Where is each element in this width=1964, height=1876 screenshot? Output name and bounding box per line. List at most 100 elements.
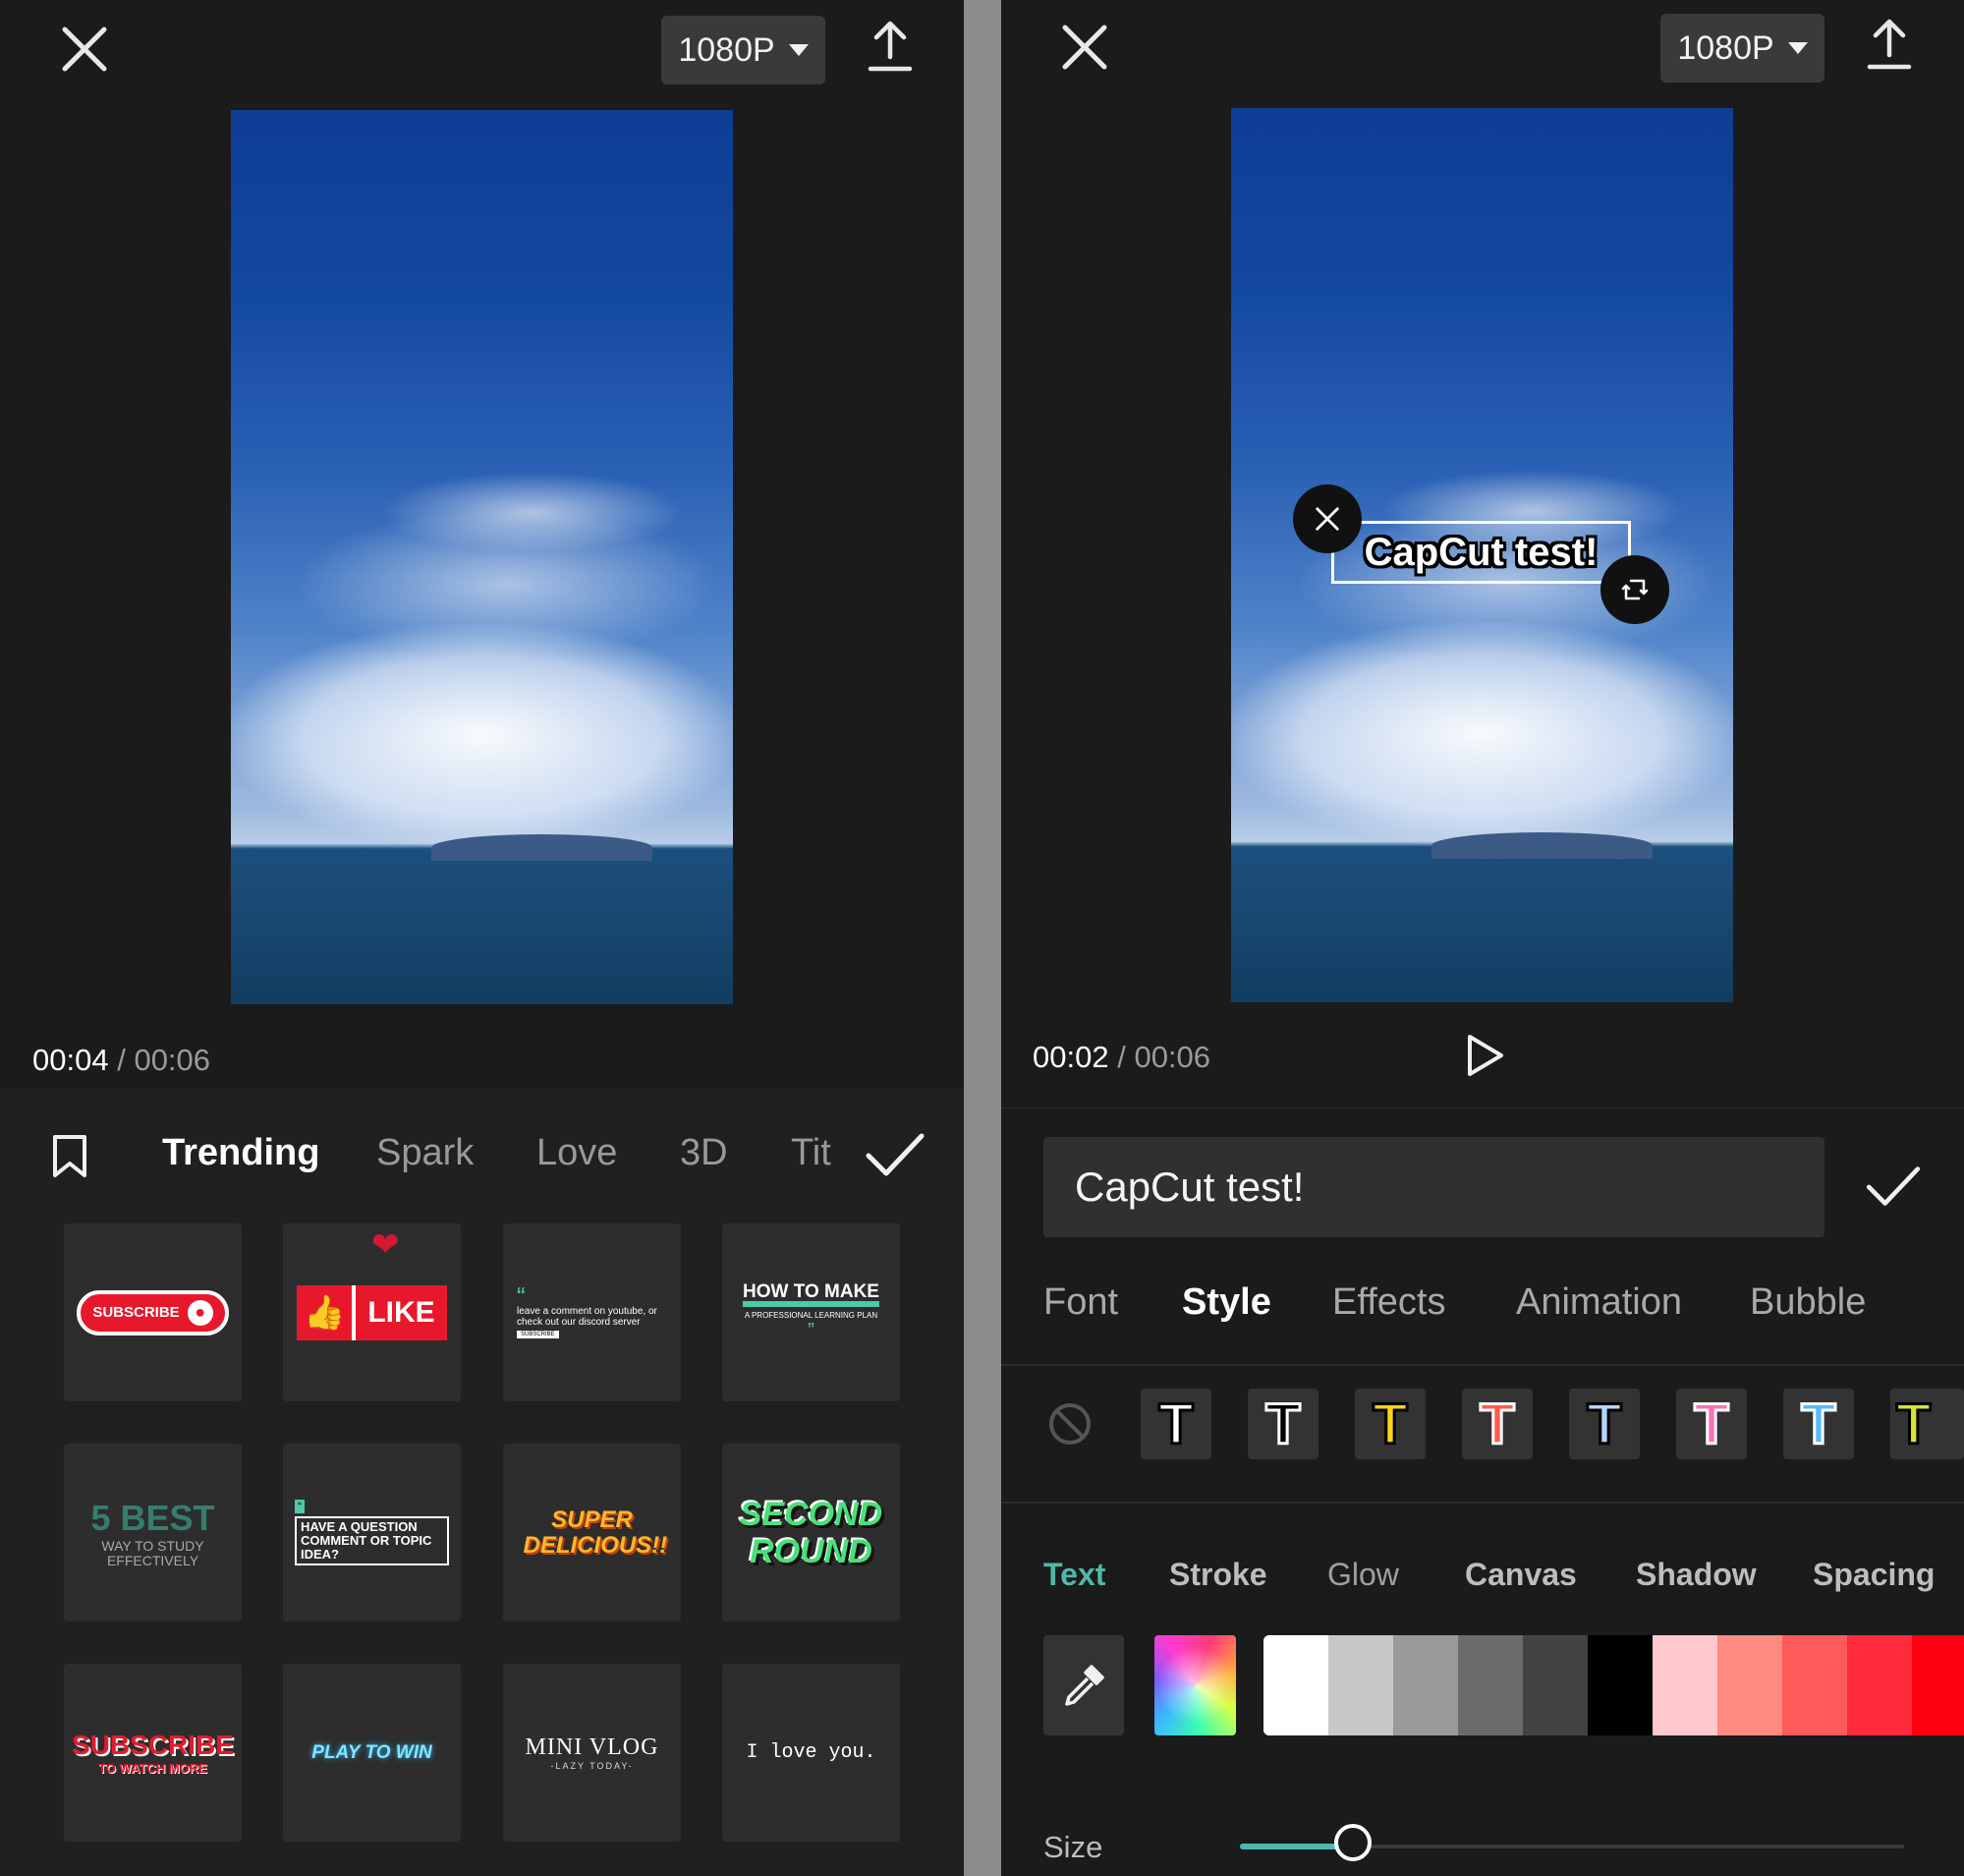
export-button[interactable] (1864, 18, 1915, 73)
category-title[interactable]: Tit (791, 1132, 831, 1174)
template-tile[interactable]: 5 BEST WAY TO STUDY EFFECTIVELY (64, 1444, 242, 1621)
overlay-rotate-scale-handle[interactable] (1600, 555, 1669, 624)
category-trending[interactable]: Trending (162, 1132, 319, 1174)
subtab-shadow[interactable]: Shadow (1636, 1557, 1757, 1593)
text-input-field[interactable]: CapCut test! (1043, 1137, 1824, 1237)
color-swatch[interactable] (1588, 1635, 1653, 1735)
resolution-dropdown[interactable]: 1080P (661, 16, 825, 85)
color-swatch[interactable] (1653, 1635, 1717, 1735)
style-preset-blue[interactable]: T (1783, 1389, 1854, 1459)
resolution-label: 1080P (678, 30, 775, 69)
subtab-spacing[interactable]: Spacing (1813, 1557, 1935, 1593)
section-divider (1001, 1108, 1964, 1109)
style-preset-white[interactable]: T (1141, 1389, 1211, 1459)
template-text: PLAY TO WIN (311, 1741, 432, 1763)
subtab-canvas[interactable]: Canvas (1465, 1557, 1577, 1593)
category-3d[interactable]: 3D (680, 1132, 728, 1174)
no-style-icon[interactable] (1047, 1401, 1093, 1447)
total-time: 00:06 (134, 1043, 211, 1077)
style-preset-glyph: T (1264, 1391, 1302, 1457)
template-tile[interactable]: SUBSCRIBE TO WATCH MORE (64, 1664, 242, 1842)
subtab-text[interactable]: Text (1043, 1557, 1105, 1593)
color-swatch[interactable] (1717, 1635, 1782, 1735)
template-tile[interactable]: I love you. (722, 1664, 900, 1842)
eyedropper-button[interactable] (1043, 1635, 1124, 1735)
template-tile[interactable]: HOW TO MAKE A PROFESSIONAL LEARNING PLAN… (722, 1223, 900, 1401)
panel-divider (964, 0, 1001, 1876)
color-swatch-selected[interactable] (1263, 1635, 1328, 1735)
color-swatch[interactable] (1782, 1635, 1847, 1735)
style-preset-lightblue[interactable]: T (1569, 1389, 1640, 1459)
video-preview[interactable]: CapCut test! (1231, 108, 1733, 1002)
heart-icon: ❤ (371, 1226, 400, 1264)
video-preview[interactable] (231, 110, 733, 1004)
bookmark-icon[interactable] (51, 1134, 88, 1179)
current-time: 00:02 (1033, 1040, 1109, 1074)
upload-icon (1867, 19, 1912, 70)
template-tile[interactable]: SECOND ROUND (722, 1444, 900, 1621)
time-separator: / (117, 1043, 126, 1077)
template-text: SUBSCRIBE (92, 1304, 180, 1321)
style-preset-glyph: T (1479, 1391, 1516, 1457)
tab-font[interactable]: Font (1043, 1281, 1118, 1324)
category-love[interactable]: Love (536, 1132, 617, 1174)
template-text: I love you. (746, 1741, 876, 1764)
confirm-check-icon[interactable] (1865, 1164, 1922, 1209)
export-button[interactable] (865, 20, 916, 75)
color-swatch[interactable] (1912, 1635, 1964, 1735)
thumbs-up-icon: 👍 (297, 1284, 357, 1340)
template-tile[interactable]: “ leave a comment on youtube, or check o… (503, 1223, 681, 1401)
template-subtext: WAY TO STUDY EFFECTIVELY (101, 1537, 204, 1568)
resolution-dropdown[interactable]: 1080P (1660, 14, 1824, 83)
color-swatch[interactable] (1523, 1635, 1588, 1735)
quote-icon: “ (517, 1281, 526, 1311)
style-preset-red[interactable]: T (1462, 1389, 1533, 1459)
template-tile[interactable]: “ HAVE A QUESTION COMMENT OR TOPIC IDEA? (283, 1444, 461, 1621)
color-swatch[interactable] (1847, 1635, 1912, 1735)
template-tile[interactable]: SUPER DELICIOUS!! (503, 1444, 681, 1621)
tab-effects[interactable]: Effects (1332, 1281, 1445, 1324)
section-divider (1001, 1364, 1964, 1366)
style-preset-pink[interactable]: T (1676, 1389, 1747, 1459)
quote-icon: “ (295, 1500, 305, 1513)
style-preset-yellow[interactable]: T (1355, 1389, 1426, 1459)
close-button[interactable] (1057, 20, 1112, 75)
text-overlay-box[interactable]: CapCut test! (1331, 521, 1631, 584)
close-icon (62, 27, 107, 72)
overlay-delete-button[interactable] (1293, 484, 1362, 553)
size-slider-handle[interactable] (1333, 1824, 1372, 1861)
template-subtext: A PROFESSIONAL LEARNING PLAN (744, 1310, 878, 1320)
subtab-stroke[interactable]: Stroke (1169, 1557, 1267, 1593)
custom-color-picker[interactable] (1154, 1635, 1236, 1735)
template-text: 5 BEST (90, 1497, 215, 1538)
caret-down-icon (1787, 42, 1808, 54)
subtab-glow[interactable]: Glow (1327, 1557, 1399, 1593)
play-button[interactable] (1466, 1034, 1505, 1077)
template-tile[interactable]: 👍 LIKE ❤ (283, 1223, 461, 1401)
template-text: MINI VLOG (525, 1734, 659, 1760)
template-text: SUBSCRIBE (72, 1730, 234, 1760)
tab-bubble[interactable]: Bubble (1750, 1281, 1866, 1324)
template-text: HAVE A QUESTION COMMENT OR TOPIC IDEA? (295, 1516, 449, 1565)
confirm-check-icon[interactable] (865, 1130, 926, 1179)
color-swatch[interactable] (1458, 1635, 1523, 1735)
template-subtext: -LAZY TODAY- (550, 1761, 634, 1771)
template-tile[interactable]: SUBSCRIBE ● (64, 1223, 242, 1401)
color-swatch[interactable] (1328, 1635, 1393, 1735)
size-label: Size (1043, 1830, 1103, 1864)
style-preset-lime[interactable]: T (1890, 1389, 1964, 1459)
quote-icon: ” (808, 1319, 814, 1341)
category-spark[interactable]: Spark (376, 1132, 474, 1174)
style-preset-glyph: T (1157, 1391, 1195, 1457)
text-input-value: CapCut test! (1075, 1164, 1305, 1210)
style-preset-outline[interactable]: T (1248, 1389, 1319, 1459)
template-text: leave a comment on youtube, or check out… (517, 1306, 657, 1328)
color-swatch[interactable] (1393, 1635, 1458, 1735)
style-preset-glyph: T (1800, 1391, 1837, 1457)
template-subtext: SUBSCRIBE (517, 1331, 559, 1338)
template-tile[interactable]: PLAY TO WIN (283, 1664, 461, 1842)
close-button[interactable] (57, 22, 112, 77)
tab-animation[interactable]: Animation (1516, 1281, 1682, 1324)
tab-style[interactable]: Style (1182, 1281, 1271, 1324)
template-tile[interactable]: MINI VLOG -LAZY TODAY- (503, 1664, 681, 1842)
